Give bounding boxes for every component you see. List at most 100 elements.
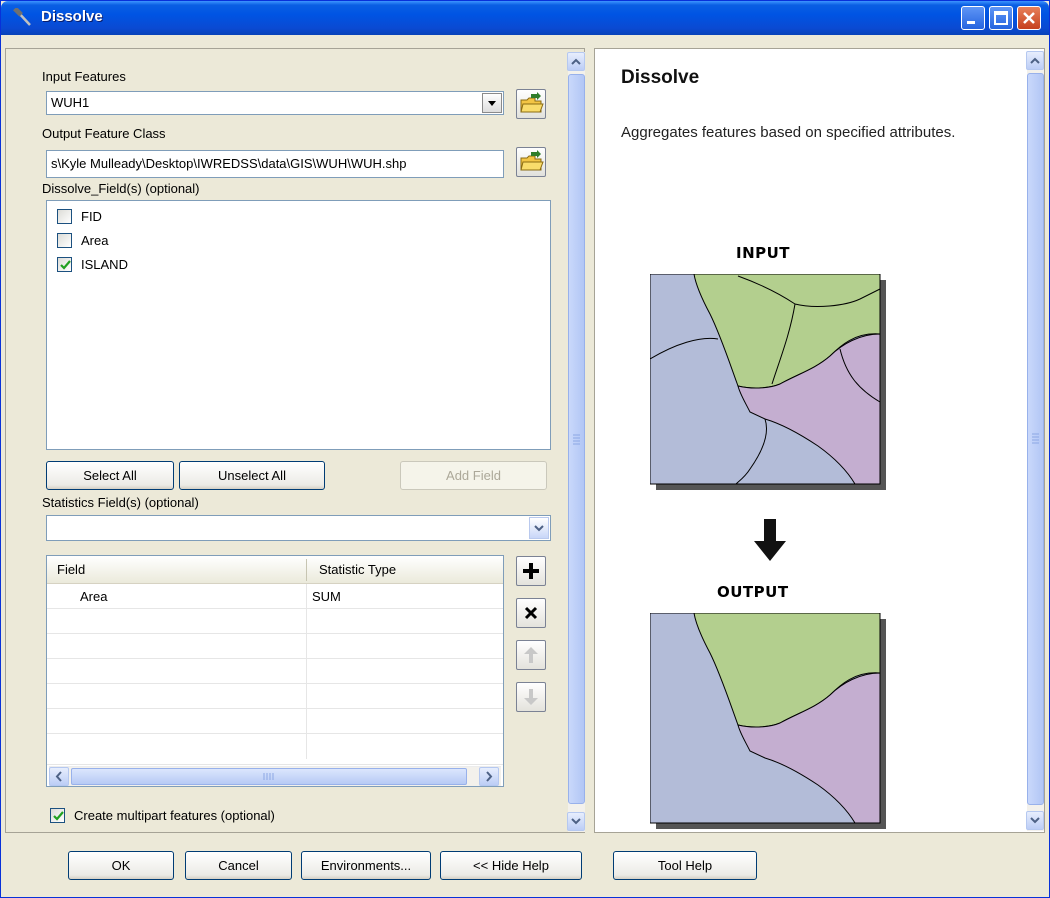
table-row[interactable]: Area SUM bbox=[47, 584, 503, 609]
checkbox[interactable] bbox=[57, 209, 72, 224]
chevron-down-icon bbox=[571, 818, 581, 825]
scroll-left-button[interactable] bbox=[49, 767, 69, 786]
folder-icon bbox=[520, 150, 544, 171]
scroll-up-button[interactable] bbox=[567, 52, 585, 71]
chevron-right-icon bbox=[486, 771, 493, 782]
horizontal-scrollbar[interactable] bbox=[49, 766, 501, 786]
table-row[interactable] bbox=[47, 709, 503, 734]
cancel-button[interactable]: Cancel bbox=[185, 851, 292, 880]
title-bar[interactable]: Dissolve bbox=[1, 1, 1049, 35]
browse-output-button[interactable] bbox=[516, 147, 546, 177]
browse-input-button[interactable] bbox=[516, 89, 546, 119]
field-label: FID bbox=[81, 209, 102, 224]
column-divider bbox=[306, 584, 307, 609]
scroll-up-button[interactable] bbox=[1026, 51, 1044, 70]
scroll-thumb[interactable] bbox=[1027, 73, 1044, 805]
grip-icon bbox=[263, 773, 274, 780]
scroll-thumb[interactable] bbox=[71, 768, 467, 785]
cell-field[interactable]: Area bbox=[80, 589, 107, 604]
column-divider bbox=[306, 684, 307, 709]
plus-icon bbox=[523, 563, 539, 579]
table-row[interactable] bbox=[47, 684, 503, 709]
output-map-illustration bbox=[650, 613, 886, 829]
tool-help-button[interactable]: Tool Help bbox=[613, 851, 757, 880]
table-row[interactable] bbox=[47, 734, 503, 765]
environments-button[interactable]: Environments... bbox=[301, 851, 431, 880]
scroll-right-button[interactable] bbox=[479, 767, 499, 786]
table-row[interactable] bbox=[47, 659, 503, 684]
scroll-down-button[interactable] bbox=[567, 812, 585, 831]
statistics-combo[interactable] bbox=[46, 515, 551, 541]
add-field-button[interactable]: Add Field bbox=[400, 461, 547, 490]
minimize-button[interactable] bbox=[961, 6, 985, 30]
output-map-label: OUTPUT bbox=[717, 583, 789, 601]
chevron-down-icon bbox=[1030, 817, 1040, 824]
chevron-up-icon bbox=[1030, 57, 1040, 64]
unselect-all-button[interactable]: Unselect All bbox=[179, 461, 325, 490]
statistics-dropdown[interactable] bbox=[529, 517, 549, 539]
arrow-down-icon bbox=[754, 519, 786, 561]
hammer-icon bbox=[13, 8, 31, 26]
help-description: Aggregates features based on specified a… bbox=[621, 124, 956, 141]
header-field[interactable]: Field bbox=[57, 562, 85, 577]
minimize-icon bbox=[967, 21, 975, 24]
check-icon bbox=[53, 811, 64, 821]
header-separator bbox=[306, 559, 307, 581]
move-down-button[interactable] bbox=[516, 682, 546, 712]
table-row[interactable] bbox=[47, 609, 503, 634]
scroll-thumb[interactable] bbox=[568, 74, 585, 804]
right-vertical-scrollbar[interactable] bbox=[1026, 51, 1044, 831]
dissolve-fields-list: FID Area ISLAND bbox=[46, 200, 551, 450]
column-divider bbox=[306, 709, 307, 734]
left-vertical-scrollbar[interactable] bbox=[567, 52, 585, 832]
input-map-illustration bbox=[650, 274, 886, 490]
delete-row-button[interactable] bbox=[516, 598, 546, 628]
column-divider bbox=[306, 634, 307, 659]
chevron-up-icon bbox=[571, 58, 581, 65]
chevron-down-icon bbox=[488, 101, 496, 106]
field-label: Area bbox=[81, 233, 109, 248]
multipart-label: Create multipart features (optional) bbox=[74, 808, 275, 823]
input-map-label: INPUT bbox=[736, 244, 791, 262]
maximize-icon bbox=[994, 11, 1008, 25]
dissolve-window: Dissolve Input Features WUH1 Output Feat… bbox=[0, 0, 1050, 898]
input-features-dropdown[interactable] bbox=[482, 93, 502, 113]
move-up-button[interactable] bbox=[516, 640, 546, 670]
checkbox-checked[interactable] bbox=[50, 808, 65, 823]
hide-help-button[interactable]: << Hide Help bbox=[440, 851, 582, 880]
help-title: Dissolve bbox=[621, 67, 700, 88]
cell-stat[interactable]: SUM bbox=[312, 589, 341, 604]
close-button[interactable] bbox=[1017, 6, 1041, 30]
scroll-down-button[interactable] bbox=[1026, 811, 1044, 830]
ok-button[interactable]: OK bbox=[68, 851, 174, 880]
chevron-left-icon bbox=[55, 771, 62, 782]
checkbox[interactable] bbox=[57, 233, 72, 248]
folder-icon bbox=[520, 92, 544, 113]
output-class-field[interactable]: s\Kyle Mulleady\Desktop\IWREDSS\data\GIS… bbox=[46, 150, 504, 178]
statistics-label: Statistics Field(s) (optional) bbox=[42, 495, 199, 510]
grid-header: Field Statistic Type bbox=[47, 556, 503, 584]
input-features-label: Input Features bbox=[42, 69, 126, 84]
dissolve-fields-label: Dissolve_Field(s) (optional) bbox=[42, 181, 200, 196]
add-row-button[interactable] bbox=[516, 556, 546, 586]
table-row[interactable] bbox=[47, 634, 503, 659]
grip-icon bbox=[1032, 433, 1039, 444]
help-panel: Dissolve Aggregates features based on sp… bbox=[594, 48, 1045, 833]
checkbox-checked[interactable] bbox=[57, 257, 72, 272]
grip-icon bbox=[573, 434, 580, 445]
input-features-value: WUH1 bbox=[51, 95, 90, 110]
column-divider bbox=[306, 609, 307, 634]
column-divider bbox=[306, 659, 307, 684]
window-title: Dissolve bbox=[41, 8, 103, 25]
maximize-button[interactable] bbox=[989, 6, 1013, 30]
output-class-label: Output Feature Class bbox=[42, 126, 166, 141]
input-features-combo[interactable]: WUH1 bbox=[46, 91, 504, 115]
chevron-down-icon bbox=[534, 525, 544, 532]
header-statistic-type[interactable]: Statistic Type bbox=[319, 562, 396, 577]
arrow-down-icon bbox=[524, 689, 538, 705]
field-label: ISLAND bbox=[81, 257, 128, 272]
select-all-button[interactable]: Select All bbox=[46, 461, 174, 490]
column-divider bbox=[306, 734, 307, 759]
check-icon bbox=[60, 260, 71, 270]
arrow-up-icon bbox=[524, 647, 538, 663]
